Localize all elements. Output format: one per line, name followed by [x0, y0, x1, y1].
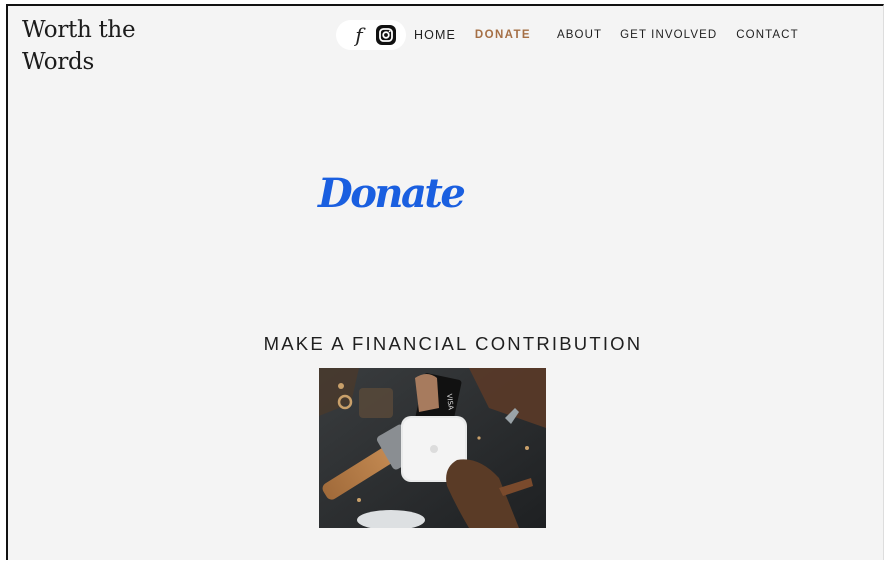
- facebook-icon[interactable]: f: [350, 23, 368, 47]
- nav-about[interactable]: ABOUT: [557, 29, 602, 41]
- card-visa-text: VISA: [445, 393, 455, 410]
- instagram-icon[interactable]: [376, 25, 396, 45]
- site-logo[interactable]: Worth the Words: [22, 14, 136, 78]
- page-title: Donate: [318, 170, 466, 217]
- nav-contact[interactable]: CONTACT: [736, 29, 798, 41]
- main-nav: HOME DONATE ABOUT GET INVOLVED CONTACT: [414, 28, 799, 42]
- nav-home[interactable]: HOME: [414, 28, 456, 42]
- page-frame: Worth the Words f HOME DONATE ABOUT GET …: [6, 4, 884, 560]
- nav-get-involved[interactable]: GET INVOLVED: [620, 29, 717, 41]
- logo-line-1: Worth the: [22, 17, 136, 43]
- logo-line-2: Words: [22, 49, 94, 75]
- donation-photo: VISA: [319, 368, 546, 528]
- section-heading: MAKE A FINANCIAL CONTRIBUTION: [263, 333, 643, 354]
- nav-donate[interactable]: DONATE: [475, 29, 531, 41]
- social-links: f: [336, 20, 406, 50]
